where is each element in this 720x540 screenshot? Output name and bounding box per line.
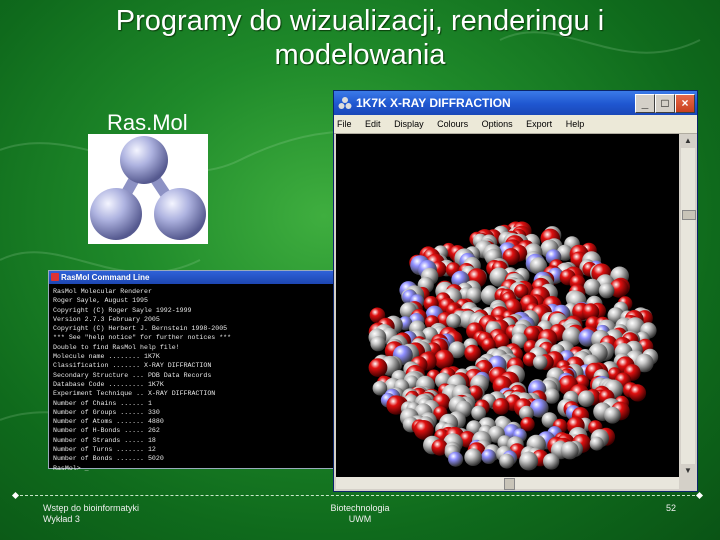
atom-sphere: [499, 453, 515, 469]
command-line: Number of Chains ...... 1: [53, 399, 152, 407]
command-line: Roger Sayle, August 1995: [53, 297, 148, 305]
atom-sphere: [492, 398, 510, 415]
rasmol-app-icon: [51, 273, 59, 281]
maximize-button[interactable]: □: [655, 94, 675, 113]
atom-sphere: [446, 313, 461, 329]
main-window-title: 1K7K X-RAY DIFFRACTION: [356, 96, 511, 110]
atom-sphere: [448, 451, 464, 467]
command-line: RasMol> _: [53, 464, 89, 472]
command-line: Number of Strands ..... 18: [53, 436, 156, 444]
command-line: Secondary Structure ... PDB Data Records: [53, 371, 212, 379]
close-icon: ×: [681, 96, 689, 110]
footer-university: UWM: [348, 514, 372, 524]
command-line: Classification ....... X-RAY DIFFRACTION: [53, 362, 212, 370]
menu-file[interactable]: File: [337, 119, 352, 129]
vertical-scrollbar[interactable]: ▲ ▼: [681, 134, 696, 478]
scroll-down-icon[interactable]: ▼: [681, 464, 695, 478]
scroll-up-icon[interactable]: ▲: [681, 134, 695, 148]
command-output[interactable]: RasMol Molecular Renderer Roger Sayle, Au…: [49, 284, 339, 476]
footer-institution: Biotechnologia UWM: [323, 503, 397, 525]
atom-sphere: [577, 390, 595, 408]
atom-sphere: [583, 278, 601, 296]
rasmol-logo: [88, 134, 208, 244]
atom-sphere: [543, 453, 560, 470]
atom-sphere: [434, 349, 454, 370]
atom-sphere: [628, 384, 647, 402]
minimize-icon: _: [641, 96, 649, 110]
command-line: Molecule name ........ 1K7K: [53, 353, 160, 361]
command-line: Copyright (C) Herbert J. Bernstein 1998-…: [53, 325, 228, 333]
menu-bar: File Edit Display Colours Options Export…: [334, 115, 697, 134]
horizontal-scroll-thumb[interactable]: [504, 478, 515, 490]
footer-divider: [15, 495, 700, 496]
command-line: Copyright (C) Roger Sayle 1992-1999: [53, 306, 192, 314]
atom-sphere: [464, 448, 482, 467]
menu-export[interactable]: Export: [526, 119, 552, 129]
atom-sphere: [560, 441, 579, 460]
command-line: Double to find RasMol help file!: [53, 343, 180, 351]
molecule-app-icon: [338, 97, 352, 109]
atom-sphere: [544, 388, 560, 404]
footer-course: Wstęp do bioinformatyki Wykład 3: [43, 503, 139, 525]
atom-sphere: [604, 406, 621, 424]
atom-sphere: [598, 282, 615, 299]
rasmol-label: Ras.Mol: [107, 110, 188, 135]
footer-lecture: Wykład 3: [43, 514, 80, 524]
footer-course-name: Wstęp do bioinformatyki: [43, 503, 140, 513]
main-window-titlebar[interactable]: 1K7K X-RAY DIFFRACTION _ □ ×: [334, 91, 697, 115]
command-line: Number of Bonds ....... 5020: [53, 455, 164, 463]
close-button[interactable]: ×: [675, 94, 695, 113]
atom-sphere: [481, 449, 497, 464]
atom-sphere: [519, 451, 539, 471]
menu-display[interactable]: Display: [394, 119, 424, 129]
page-number: 52: [666, 503, 677, 513]
command-line: Experiment Technique .. X-RAY DIFFRACTIO…: [53, 390, 216, 398]
command-window-title: RasMol Command Line: [61, 273, 150, 282]
command-line: *** See "help notice" for further notice…: [53, 334, 232, 342]
molecule-viewport[interactable]: [336, 134, 679, 478]
menu-help[interactable]: Help: [566, 119, 585, 129]
atom-sphere: [589, 436, 604, 451]
minimize-button[interactable]: _: [635, 94, 655, 113]
menu-edit[interactable]: Edit: [365, 119, 381, 129]
command-line: RasMol Molecular Renderer: [53, 288, 152, 295]
atom-sphere: [372, 380, 388, 396]
command-line: Number of Turns ....... 12: [53, 446, 156, 454]
slide-title-line1: Programy do wizualizacji, renderingu i: [115, 5, 605, 37]
atom-sphere: [532, 355, 548, 370]
slide-title-line2: modelowania: [274, 39, 446, 71]
slide-title: Programy do wizualizacji, renderingu i m…: [0, 4, 720, 72]
command-line: Number of H-Bonds ..... 262: [53, 427, 160, 435]
atom-sphere: [368, 358, 388, 377]
vertical-scroll-thumb[interactable]: [682, 210, 696, 220]
footer-program: Biotechnologia: [330, 503, 390, 513]
command-line: Version 2.7.3 February 2005: [53, 315, 160, 323]
menu-colours[interactable]: Colours: [437, 119, 468, 129]
molecule-rendering[interactable]: [336, 134, 679, 478]
command-line: Database Code ......... 1K7K: [53, 380, 164, 388]
command-window-titlebar[interactable]: RasMol Command Line: [49, 271, 339, 284]
menu-options[interactable]: Options: [482, 119, 513, 129]
command-line: Number of Atoms ....... 4880: [53, 418, 164, 426]
maximize-icon: □: [661, 96, 669, 110]
horizontal-scrollbar[interactable]: [336, 477, 679, 490]
command-line: Number of Groups ...... 330: [53, 408, 160, 416]
rasmol-main-window[interactable]: 1K7K X-RAY DIFFRACTION _ □ × File Edit D…: [333, 90, 698, 492]
rasmol-command-window[interactable]: RasMol Command Line RasMol Molecular Ren…: [48, 270, 340, 472]
atom-sphere: [370, 336, 386, 352]
